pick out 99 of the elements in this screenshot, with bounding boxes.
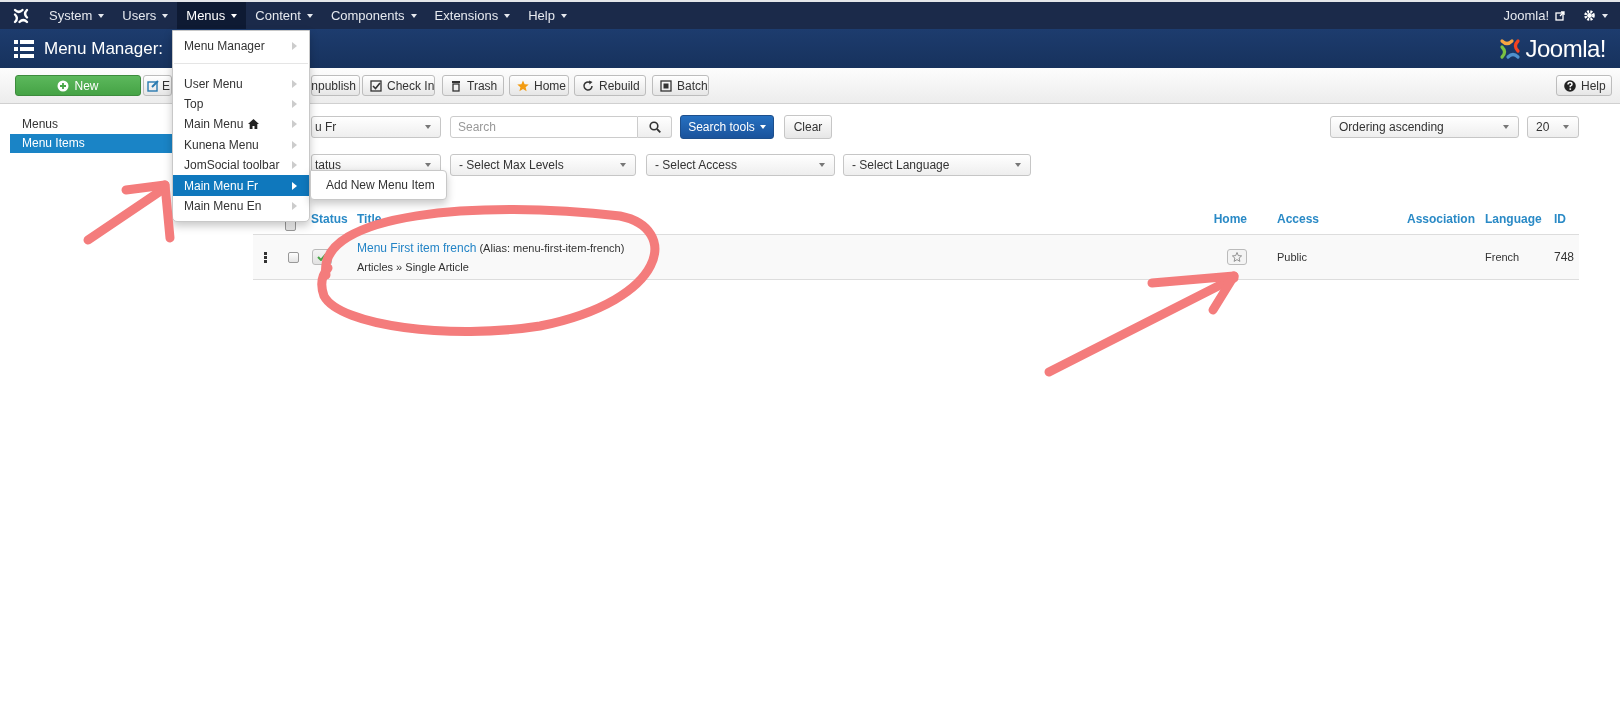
search-icon	[648, 121, 661, 133]
home-icon	[248, 119, 260, 130]
caret-icon	[560, 13, 567, 18]
select-value: - Select Max Levels	[459, 158, 564, 172]
site-link[interactable]: Joomla!	[1494, 2, 1574, 29]
item-type: Articles » Single Article	[357, 261, 470, 273]
item-title-link[interactable]: Menu First item french	[357, 241, 477, 255]
menu-item[interactable]: Main Menu	[173, 114, 309, 135]
column-header[interactable]: Home	[1213, 212, 1247, 226]
search-field[interactable]: Search	[450, 116, 638, 138]
plus-circle-icon	[57, 79, 70, 92]
caret-icon	[759, 125, 766, 129]
home-toggle[interactable]	[1227, 249, 1247, 265]
logo-icon	[12, 6, 30, 25]
caret-icon	[1015, 163, 1021, 167]
menu-item[interactable]: Top	[173, 93, 309, 115]
menu-item[interactable]: Menu Manager	[173, 36, 309, 57]
unpublish-button[interactable]: npublish	[311, 75, 360, 96]
caret-icon	[620, 163, 626, 167]
caret-icon	[819, 163, 825, 167]
page-title: Menu Manager:	[44, 38, 164, 59]
ordering-select[interactable]: Ordering ascending	[1330, 116, 1519, 138]
item-id: 748	[1554, 250, 1575, 264]
select-value: Ordering ascending	[1339, 120, 1444, 134]
row-checkbox[interactable]	[288, 251, 299, 263]
square-icon	[660, 79, 672, 92]
filter-select[interactable]: - Select Language	[843, 154, 1031, 176]
caret-icon	[1563, 125, 1569, 129]
filter-select[interactable]: - Select Access	[646, 154, 835, 176]
filter-select[interactable]: - Select Max Levels	[450, 154, 636, 176]
submenu-arrow-icon	[292, 99, 297, 108]
column-header[interactable]: Association	[1407, 212, 1475, 226]
rebuild-button[interactable]: Rebuild	[574, 75, 646, 96]
nav-menu-item[interactable]: Users	[113, 2, 178, 29]
caret-icon	[231, 13, 238, 18]
caret-icon	[98, 13, 105, 18]
access-level: Public	[1277, 251, 1307, 263]
column-header[interactable]: ID	[1554, 212, 1566, 226]
select-value: - Select Language	[852, 158, 950, 172]
caret-icon	[162, 13, 169, 18]
check-icon	[317, 253, 327, 261]
star-icon	[517, 79, 529, 92]
search-button[interactable]	[638, 116, 672, 138]
clear-button[interactable]: Clear	[784, 115, 832, 139]
submenu-arrow-icon	[292, 120, 297, 129]
select-value: u Fr	[315, 120, 337, 134]
column-header[interactable]: Status	[311, 212, 348, 226]
drag-handle-icon	[264, 251, 267, 263]
nav-menu-item[interactable]: Help	[519, 2, 576, 29]
menu-item[interactable]: Kunena Menu	[173, 134, 309, 155]
submenu-arrow-icon	[292, 181, 297, 190]
limit-select[interactable]: 20	[1527, 116, 1579, 138]
pencil-icon	[147, 79, 159, 92]
trash-button[interactable]: Trash	[442, 75, 504, 96]
submenu-arrow-icon	[292, 42, 297, 51]
home-button[interactable]: Home	[509, 75, 569, 96]
nav-menu-item[interactable]: Content	[246, 2, 322, 29]
edit-button[interactable]: E	[143, 75, 172, 96]
menu-item[interactable]: User Menu	[173, 73, 309, 94]
refresh-icon	[582, 79, 594, 92]
logo-text: Joomla!	[1525, 34, 1606, 63]
nav-menu-item[interactable]: Components	[321, 2, 426, 29]
menu-select[interactable]: u Fr	[311, 116, 441, 138]
sidebar-item[interactable]: Menus	[10, 115, 176, 134]
star-icon	[1232, 252, 1242, 262]
menu-item[interactable]: JomSocial toolbar	[173, 154, 309, 176]
trash-icon	[450, 79, 462, 92]
search-tools-button[interactable]: Search tools	[680, 115, 774, 139]
table-row[interactable]: Menu First item french (Alias: menu-first-item-french) Articles » Single Article Public French 748	[253, 235, 1579, 280]
submenu-arrow-icon	[292, 201, 297, 210]
submenu-arrow-icon	[292, 161, 297, 170]
select-value: - Select Access	[655, 158, 738, 172]
column-header[interactable]: Language	[1485, 212, 1542, 226]
submenu-item[interactable]: Add New Menu Item	[311, 175, 446, 196]
select-value: tatus	[315, 158, 341, 172]
caret-icon	[1602, 13, 1608, 18]
nav-menu-item[interactable]: Menus	[177, 2, 247, 29]
caret-icon	[504, 13, 511, 18]
caret-icon	[425, 125, 431, 129]
settings-icon	[1583, 9, 1596, 22]
help-button[interactable]: Help	[1556, 75, 1612, 96]
select-value: 20	[1536, 120, 1550, 134]
question-icon	[1564, 79, 1576, 92]
item-alias: (Alias: menu-first-item-french)	[479, 242, 625, 254]
checkbox-icon	[370, 79, 382, 92]
nav-menu-item[interactable]: System	[40, 2, 114, 29]
nav-menu-item[interactable]: Extensions	[425, 2, 520, 29]
caret-icon	[306, 13, 313, 18]
submenu-arrow-icon	[292, 79, 297, 88]
column-header[interactable]: Access	[1277, 212, 1320, 226]
external-link-icon	[1555, 10, 1565, 21]
checkin-button[interactable]: Check In	[362, 75, 435, 96]
batch-button[interactable]: Batch	[652, 75, 709, 96]
language: French	[1485, 251, 1520, 263]
caret-icon	[410, 13, 417, 18]
menu-item[interactable]: Main Menu En	[173, 195, 309, 217]
list-icon	[14, 39, 34, 58]
submenu-arrow-icon	[292, 140, 297, 149]
caret-icon	[1503, 125, 1509, 129]
